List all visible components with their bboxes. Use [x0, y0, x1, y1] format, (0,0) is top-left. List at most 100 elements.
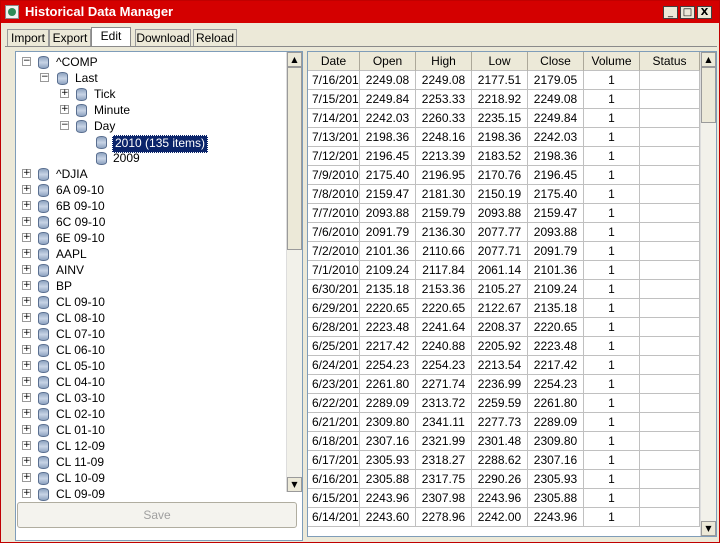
grid-cell[interactable]: 1	[584, 356, 640, 375]
grid-cell[interactable]: 2235.15	[472, 109, 528, 128]
grid-cell[interactable]	[640, 261, 700, 280]
tree-node-symbol[interactable]: CL 08-10	[56, 310, 105, 326]
grid-cell[interactable]: 6/17/201	[308, 451, 360, 470]
grid-cell[interactable]: 2177.51	[472, 71, 528, 90]
tree-node-symbol[interactable]: CL 07-10	[56, 326, 105, 342]
save-button[interactable]: Save	[17, 502, 297, 528]
expand-icon[interactable]: +	[22, 457, 31, 466]
grid-cell[interactable]	[640, 204, 700, 223]
grid-cell[interactable]	[640, 337, 700, 356]
grid-cell[interactable]	[640, 470, 700, 489]
tree-node-symbol[interactable]: CL 03-10	[56, 390, 105, 406]
grid-cell[interactable]: 1	[584, 470, 640, 489]
title-bar[interactable]: Historical Data Manager _ □ X	[1, 1, 719, 23]
grid-cell[interactable]	[640, 413, 700, 432]
tree-node-minute[interactable]: Minute	[94, 102, 130, 118]
grid-cell[interactable]: 1	[584, 109, 640, 128]
grid-cell[interactable]: 2249.84	[528, 109, 584, 128]
grid-cell[interactable]: 2105.27	[472, 280, 528, 299]
grid-cell[interactable]: 7/9/2010	[308, 166, 360, 185]
grid-cell[interactable]: 2213.39	[416, 147, 472, 166]
grid-cell[interactable]: 2254.23	[416, 356, 472, 375]
grid-cell[interactable]: 1	[584, 204, 640, 223]
tree-node-symbol[interactable]: BP	[56, 278, 72, 294]
grid-cell[interactable]	[640, 489, 700, 508]
grid-cell[interactable]: 1	[584, 432, 640, 451]
grid-cell[interactable]: 2249.08	[360, 71, 416, 90]
grid-cell[interactable]: 2150.19	[472, 185, 528, 204]
grid-cell[interactable]: 2093.88	[360, 204, 416, 223]
grid-cell[interactable]: 6/29/201	[308, 299, 360, 318]
grid-cell[interactable]: 1	[584, 71, 640, 90]
column-header-open[interactable]: Open	[360, 52, 416, 71]
tree-node-symbol[interactable]: CL 12-09	[56, 438, 105, 454]
grid-cell[interactable]: 6/24/201	[308, 356, 360, 375]
tree-node-symbol[interactable]: CL 06-10	[56, 342, 105, 358]
grid-cell[interactable]: 2220.65	[416, 299, 472, 318]
tree-node-2009[interactable]: 2009	[113, 150, 140, 166]
expand-icon[interactable]: +	[22, 297, 31, 306]
grid-cell[interactable]: 7/14/201	[308, 109, 360, 128]
grid-cell[interactable]: 2249.08	[416, 71, 472, 90]
grid-cell[interactable]: 2196.95	[416, 166, 472, 185]
grid-cell[interactable]: 1	[584, 280, 640, 299]
grid-cell[interactable]: 2305.88	[360, 470, 416, 489]
tree-node-symbol[interactable]: 6E 09-10	[56, 230, 105, 246]
grid-cell[interactable]: 1	[584, 242, 640, 261]
grid-cell[interactable]	[640, 128, 700, 147]
expand-icon[interactable]: +	[22, 377, 31, 386]
scroll-thumb[interactable]	[287, 67, 302, 250]
tree-node-tick[interactable]: Tick	[94, 86, 116, 102]
grid-cell[interactable]	[640, 375, 700, 394]
grid-cell[interactable]: 7/8/2010	[308, 185, 360, 204]
grid-cell[interactable]: 2198.36	[360, 128, 416, 147]
expand-icon[interactable]: +	[22, 361, 31, 370]
expand-icon[interactable]: +	[22, 201, 31, 210]
grid-cell[interactable]: 2259.59	[472, 394, 528, 413]
grid-cell[interactable]: 2159.79	[416, 204, 472, 223]
grid-cell[interactable]: 2307.16	[528, 451, 584, 470]
grid-cell[interactable]: 2213.54	[472, 356, 528, 375]
tree-node-symbol[interactable]: AINV	[56, 262, 84, 278]
scroll-up-arrow[interactable]: ▲	[287, 52, 302, 67]
tree-node-symbol[interactable]: AAPL	[56, 246, 87, 262]
expand-icon[interactable]: +	[22, 249, 31, 258]
grid-cell[interactable]: 2061.14	[472, 261, 528, 280]
grid-cell[interactable]: 2179.05	[528, 71, 584, 90]
column-header-high[interactable]: High	[416, 52, 472, 71]
tab-reload[interactable]: Reload	[193, 29, 237, 46]
collapse-icon[interactable]: −	[60, 121, 69, 130]
grid-cell[interactable]: 6/18/201	[308, 432, 360, 451]
grid-cell[interactable]: 6/28/201	[308, 318, 360, 337]
grid-cell[interactable]: 7/6/2010	[308, 223, 360, 242]
grid-cell[interactable]: 1	[584, 375, 640, 394]
grid-cell[interactable]: 2305.88	[528, 489, 584, 508]
grid-cell[interactable]: 7/7/2010	[308, 204, 360, 223]
grid-cell[interactable]: 2117.84	[416, 261, 472, 280]
grid-cell[interactable]: 2091.79	[360, 223, 416, 242]
grid-cell[interactable]: 2159.47	[360, 185, 416, 204]
grid-cell[interactable]: 6/30/201	[308, 280, 360, 299]
grid-cell[interactable]: 2196.45	[360, 147, 416, 166]
grid-cell[interactable]: 2301.48	[472, 432, 528, 451]
grid-cell[interactable]: 6/21/201	[308, 413, 360, 432]
expand-icon[interactable]: +	[60, 105, 69, 114]
grid-cell[interactable]: 2122.67	[472, 299, 528, 318]
grid-cell[interactable]: 6/16/201	[308, 470, 360, 489]
grid-cell[interactable]	[640, 508, 700, 527]
grid-cell[interactable]: 1	[584, 185, 640, 204]
expand-icon[interactable]: +	[22, 489, 31, 498]
grid-cell[interactable]: 2290.26	[472, 470, 528, 489]
scroll-thumb[interactable]	[701, 67, 716, 123]
tree-node-symbol[interactable]: 6C 09-10	[56, 214, 105, 230]
grid-cell[interactable]: 2242.03	[360, 109, 416, 128]
tree-node-day[interactable]: Day	[94, 118, 115, 134]
grid-cell[interactable]	[640, 242, 700, 261]
tree-node-symbol[interactable]: CL 02-10	[56, 406, 105, 422]
expand-icon[interactable]: +	[22, 329, 31, 338]
grid-cell[interactable]: 1	[584, 318, 640, 337]
grid-cell[interactable]: 2254.23	[528, 375, 584, 394]
grid-cell[interactable]: 2309.80	[360, 413, 416, 432]
symbol-tree[interactable]: − ^COMP − Last + Tick + Minute − Day 201…	[15, 51, 303, 541]
tree-node-symbol[interactable]: CL 01-10	[56, 422, 105, 438]
